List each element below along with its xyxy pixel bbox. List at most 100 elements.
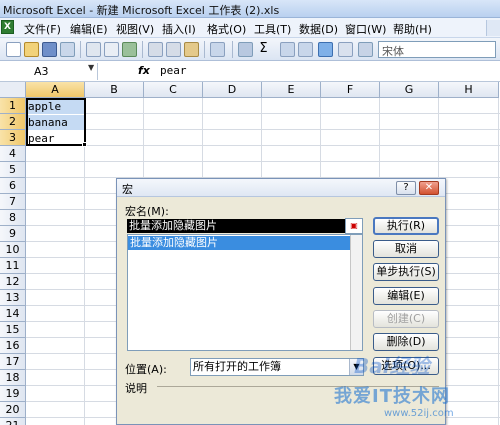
macro-name-label: 宏名(M): xyxy=(125,205,169,218)
delete-button[interactable]: 删除(D) xyxy=(373,333,439,351)
selection-range xyxy=(26,98,87,147)
collapse-dialog-icon[interactable]: ▣ xyxy=(345,218,363,234)
location-value: 所有打开的工作簿 xyxy=(193,360,281,373)
run-button[interactable]: 执行(R) xyxy=(373,217,439,235)
open-icon[interactable] xyxy=(24,42,39,57)
menu-bar: X 文件(F) 编辑(E) 视图(V) 插入(I) 格式(O) 工具(T) 数据… xyxy=(0,18,500,38)
grid-row-line xyxy=(26,145,500,146)
menu-help[interactable]: 帮助(H) xyxy=(393,21,432,37)
row-header-19[interactable]: 19 xyxy=(0,386,26,402)
menu-data[interactable]: 数据(D) xyxy=(299,21,338,37)
location-label: 位置(A): xyxy=(125,363,167,376)
formula-input[interactable]: pear xyxy=(160,64,187,77)
select-all-corner[interactable] xyxy=(0,82,26,98)
column-header-h[interactable]: H xyxy=(439,82,499,98)
help-button[interactable]: ? xyxy=(396,181,416,195)
grid-row-line xyxy=(26,113,500,114)
sort-descending-icon[interactable] xyxy=(298,42,313,57)
save-icon[interactable] xyxy=(42,42,57,57)
fill-handle[interactable] xyxy=(82,142,87,147)
cancel-button[interactable]: 取消 xyxy=(373,240,439,258)
font-name-select[interactable]: 宋体 xyxy=(378,41,496,58)
row-header-2[interactable]: 2 xyxy=(0,114,26,130)
menu-window[interactable]: 窗口(W) xyxy=(345,21,386,37)
menu-edit[interactable]: 编辑(E) xyxy=(70,21,108,37)
standard-toolbar: Σ 宋体 xyxy=(0,38,500,61)
menu-file[interactable]: 文件(F) xyxy=(24,21,61,37)
row-header-7[interactable]: 7 xyxy=(0,194,26,210)
excel-logo-icon[interactable]: X xyxy=(1,20,14,34)
row-header-20[interactable]: 20 xyxy=(0,402,26,418)
macro-list-item[interactable]: 批量添加隐藏图片 xyxy=(128,236,350,250)
menu-insert[interactable]: 插入(I) xyxy=(162,21,196,37)
hyperlink-icon[interactable] xyxy=(238,42,253,57)
chevron-down-icon[interactable]: ▼ xyxy=(88,63,94,72)
row-header-17[interactable]: 17 xyxy=(0,354,26,370)
list-scrollbar[interactable] xyxy=(350,235,362,350)
column-header-d[interactable]: D xyxy=(203,82,262,98)
permission-icon[interactable] xyxy=(60,42,75,57)
spelling-icon[interactable] xyxy=(122,42,137,57)
new-icon[interactable] xyxy=(6,42,21,57)
print-icon[interactable] xyxy=(86,42,101,57)
row-header-15[interactable]: 15 xyxy=(0,322,26,338)
menu-format[interactable]: 格式(O) xyxy=(207,21,246,37)
window-title: Microsoft Excel - 新建 Microsoft Excel 工作表… xyxy=(3,4,280,17)
column-header-f[interactable]: F xyxy=(321,82,380,98)
row-header-16[interactable]: 16 xyxy=(0,338,26,354)
row-header-18[interactable]: 18 xyxy=(0,370,26,386)
row-header-13[interactable]: 13 xyxy=(0,290,26,306)
description-label: 说明 xyxy=(125,382,147,395)
watermark: Bai经验 我爱IT技术网 www.52ij.com xyxy=(334,350,500,425)
row-header-12[interactable]: 12 xyxy=(0,274,26,290)
column-header-b[interactable]: B xyxy=(85,82,144,98)
cut-icon[interactable] xyxy=(148,42,163,57)
column-header-a[interactable]: A xyxy=(26,82,85,98)
row-header-10[interactable]: 10 xyxy=(0,242,26,258)
row-header-21[interactable]: 21 xyxy=(0,418,26,425)
column-header-c[interactable]: C xyxy=(144,82,203,98)
close-button[interactable]: ✕ xyxy=(419,181,439,195)
name-box-value: A3 xyxy=(34,65,49,78)
insert-function-icon[interactable]: fx xyxy=(138,64,150,77)
step-into-button[interactable]: 单步执行(S) xyxy=(373,263,439,281)
create-button: 创建(C) xyxy=(373,310,439,328)
row-header-5[interactable]: 5 xyxy=(0,162,26,178)
undo-icon[interactable] xyxy=(210,42,225,57)
toolbar-separator xyxy=(80,41,81,58)
grid-row-line xyxy=(26,161,500,162)
menu-view[interactable]: 视图(V) xyxy=(116,21,154,37)
copy-icon[interactable] xyxy=(166,42,181,57)
zoom-icon[interactable] xyxy=(338,42,353,57)
name-box[interactable]: A3 ▼ xyxy=(0,63,98,80)
print-preview-icon[interactable] xyxy=(104,42,119,57)
sort-ascending-icon[interactable] xyxy=(280,42,295,57)
toolbar-separator xyxy=(142,41,143,58)
dialog-title: 宏 xyxy=(122,183,133,196)
row-header-11[interactable]: 11 xyxy=(0,258,26,274)
grid-row-line xyxy=(26,129,500,130)
row-header-8[interactable]: 8 xyxy=(0,210,26,226)
column-header-e[interactable]: E xyxy=(262,82,321,98)
edit-button[interactable]: 编辑(E) xyxy=(373,287,439,305)
row-header-6[interactable]: 6 xyxy=(0,178,26,194)
row-header-9[interactable]: 9 xyxy=(0,226,26,242)
grid-column-line xyxy=(84,98,85,425)
help-icon[interactable] xyxy=(358,42,373,57)
row-header-14[interactable]: 14 xyxy=(0,306,26,322)
paste-icon[interactable] xyxy=(184,42,199,57)
chart-wizard-icon[interactable] xyxy=(318,42,333,57)
font-name-value: 宋体 xyxy=(382,45,404,58)
dialog-title-bar: 宏 ? ✕ xyxy=(117,179,445,197)
toolbar-separator xyxy=(204,41,205,58)
column-header-g[interactable]: G xyxy=(380,82,439,98)
macro-list[interactable]: 批量添加隐藏图片 xyxy=(127,234,363,351)
toolbar-separator xyxy=(232,41,233,58)
row-header-1[interactable]: 1 xyxy=(0,98,26,114)
menu-tools[interactable]: 工具(T) xyxy=(254,21,291,37)
row-header-3[interactable]: 3 xyxy=(0,130,26,146)
autosum-icon[interactable]: Σ xyxy=(256,42,271,57)
row-header-4[interactable]: 4 xyxy=(0,146,26,162)
menu-chevron[interactable] xyxy=(486,20,500,36)
macro-name-input[interactable]: 批量添加隐藏图片 xyxy=(127,219,351,233)
